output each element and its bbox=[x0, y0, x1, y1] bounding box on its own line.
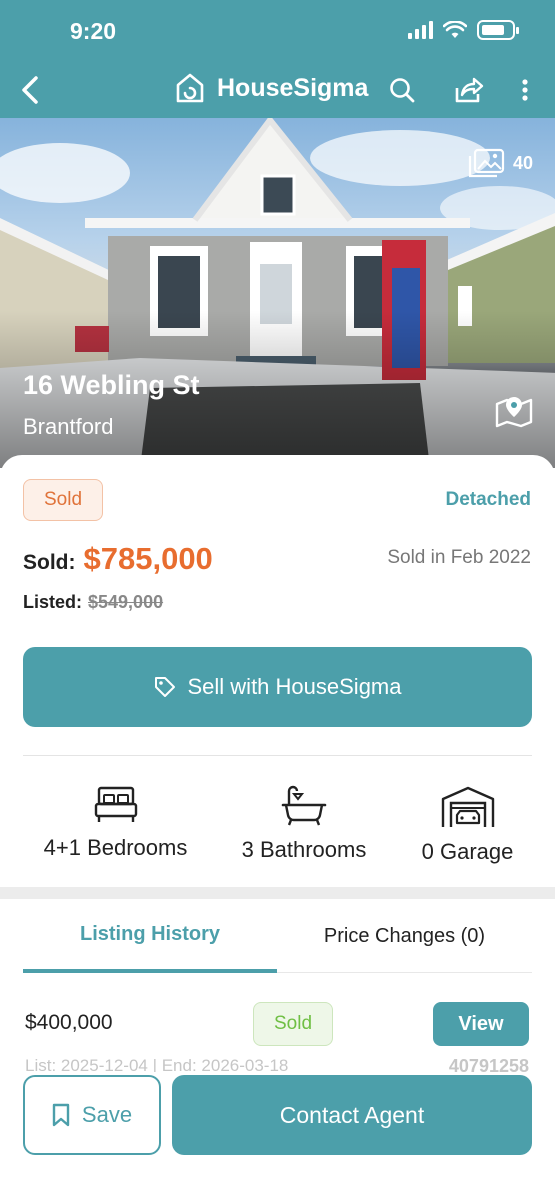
tab-price-changes[interactable]: Price Changes (0) bbox=[277, 899, 532, 973]
tag-icon bbox=[154, 677, 175, 697]
sell-button-label: Sell with HouseSigma bbox=[187, 674, 402, 699]
save-label: Save bbox=[81, 1102, 133, 1127]
history-price: $400,000 bbox=[25, 1011, 113, 1034]
save-button[interactable]: Save bbox=[23, 1075, 161, 1155]
feature-label: 0 Garage bbox=[421, 839, 514, 864]
property-type: Detached bbox=[445, 489, 531, 510]
history-status-badge: Sold bbox=[253, 1002, 333, 1046]
sell-with-housesigma-button[interactable]: Sell with HouseSigma bbox=[23, 647, 532, 727]
signal-icon bbox=[408, 21, 433, 39]
top-bar: 9:20 HouseSigma bbox=[0, 0, 555, 118]
battery-icon bbox=[477, 20, 519, 40]
sold-label: Sold: bbox=[23, 551, 76, 574]
map-pin-icon bbox=[495, 397, 533, 428]
history-tabs: Listing History Price Changes (0) bbox=[23, 899, 532, 973]
more-button[interactable] bbox=[509, 74, 541, 106]
view-button[interactable]: View bbox=[433, 1002, 529, 1046]
garage-icon bbox=[441, 786, 494, 827]
listed-price: $549,000 bbox=[88, 592, 164, 612]
search-button[interactable] bbox=[386, 74, 418, 106]
sold-date: Sold in Feb 2022 bbox=[387, 547, 531, 568]
listed-label: Listed: bbox=[23, 592, 83, 612]
bathtub-icon bbox=[281, 785, 327, 826]
more-vert-icon bbox=[522, 79, 528, 101]
feature-bathrooms: 3 Bathrooms bbox=[225, 785, 383, 863]
feature-garage: 0 Garage bbox=[405, 785, 530, 865]
status-time: 9:20 bbox=[70, 18, 117, 44]
photo-count[interactable]: 40 bbox=[467, 148, 533, 178]
section-separator bbox=[0, 887, 555, 899]
bed-icon bbox=[94, 786, 137, 822]
search-icon bbox=[390, 78, 415, 103]
share-icon bbox=[455, 77, 484, 103]
brand: HouseSigma bbox=[175, 72, 368, 104]
sold-price-line: Sold: $785,000 bbox=[23, 541, 213, 577]
brand-name: HouseSigma bbox=[217, 73, 369, 102]
listed-price-line: Listed: $549,000 bbox=[23, 592, 163, 613]
divider bbox=[23, 755, 532, 756]
listing-photo[interactable]: 40 16 Webling St Brantford bbox=[0, 118, 555, 468]
bottom-action-bar: Save Contact Agent bbox=[0, 1072, 555, 1200]
photo-count-value: 40 bbox=[512, 152, 533, 173]
status-icons bbox=[408, 20, 519, 40]
back-button[interactable] bbox=[20, 72, 50, 108]
wifi-icon bbox=[443, 21, 467, 38]
contact-agent-button[interactable]: Contact Agent bbox=[172, 1075, 532, 1155]
sold-price: $785,000 bbox=[83, 541, 213, 576]
city: Brantford bbox=[23, 414, 114, 439]
housesigma-logo-icon bbox=[176, 73, 204, 103]
photo-gallery-icon bbox=[468, 148, 505, 178]
feature-bedrooms: 4+1 Bedrooms bbox=[33, 785, 198, 861]
address: 16 Webling St bbox=[23, 370, 200, 400]
feature-label: 3 Bathrooms bbox=[241, 837, 367, 862]
share-button[interactable] bbox=[453, 74, 485, 106]
bookmark-icon bbox=[52, 1103, 70, 1127]
back-chevron-icon bbox=[22, 76, 38, 104]
tab-listing-history[interactable]: Listing History bbox=[23, 899, 277, 973]
status-badge: Sold bbox=[23, 479, 103, 521]
feature-label: 4+1 Bedrooms bbox=[43, 835, 188, 860]
map-button[interactable] bbox=[495, 394, 533, 433]
